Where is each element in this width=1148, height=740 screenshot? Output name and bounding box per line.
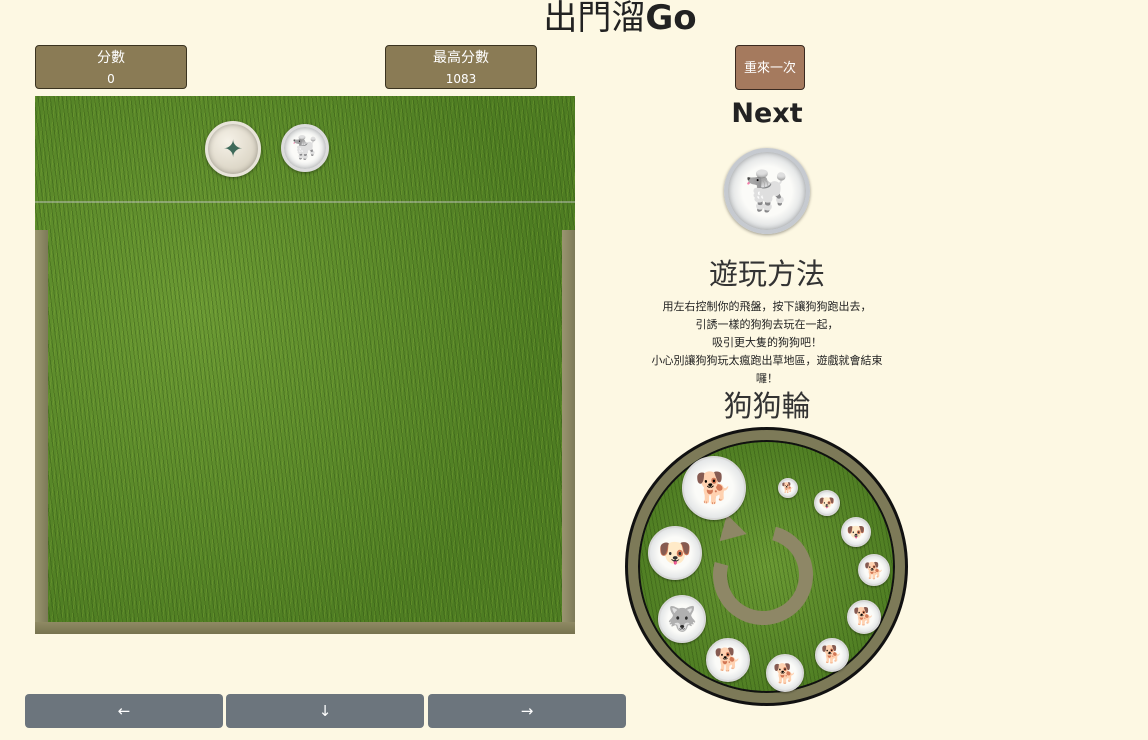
rule-line: 吸引更大隻的狗狗吧！	[712, 336, 822, 349]
move-left-button[interactable]: ←	[25, 694, 223, 728]
best-score-value: 1083	[445, 72, 477, 86]
rule-line: 引誘一樣的狗狗去玩在一起，	[695, 318, 839, 331]
left-wall	[35, 230, 48, 634]
rule-line: 小心別讓狗狗玩太瘋跑出草地區，遊戲就會結束	[651, 354, 883, 367]
howto-title: 遊玩方法	[708, 257, 825, 291]
rule-line: 用左右控制你的飛盤，按下讓狗狗跑出去，	[662, 300, 872, 313]
game-field[interactable]: ✦ 🐩	[35, 96, 575, 634]
poodle-icon: 🐩	[281, 124, 329, 172]
dog-wheel: 🐕 🐶 🐶 🐕 🐕 🐕 🐕 🐕 🐺 🐶 🐕	[628, 430, 905, 703]
wheel-dog-2-icon: 🐶	[814, 490, 840, 516]
score-panel: 分數 0	[35, 45, 187, 89]
move-right-button[interactable]: →	[428, 694, 626, 728]
drop-button[interactable]: ↓	[226, 694, 424, 728]
next-label: Next	[731, 98, 803, 129]
wheel-dog-3-icon: 🐶	[841, 517, 871, 547]
wheel-dog-11-icon: 🐕	[682, 456, 746, 520]
howto-rules: 用左右控制你的飛盤，按下讓狗狗跑出去， 引誘一樣的狗狗去玩在一起， 吸引更大隻的…	[650, 298, 884, 388]
wheel-dog-4-icon: 🐕	[858, 554, 890, 586]
right-wall	[562, 230, 575, 634]
wheel-dog-1-icon: 🐕	[778, 478, 798, 498]
wheel-dog-6-icon: 🐕	[815, 638, 849, 672]
drop-line	[35, 201, 575, 203]
wheel-dog-7-icon: 🐕	[766, 654, 804, 692]
wheel-dog-5-icon: 🐕	[847, 600, 881, 634]
best-score-label: 最高分數	[433, 50, 489, 66]
dog-wheel-title: 狗狗輪	[723, 389, 811, 423]
best-score-panel: 最高分數 1083	[385, 45, 537, 89]
rule-line: 囉！	[756, 372, 778, 385]
next-dog-poodle-icon: 🐩	[724, 148, 810, 234]
page-title: 出門溜Go	[543, 0, 697, 38]
wheel-dog-10-icon: 🐶	[648, 526, 702, 580]
score-label: 分數	[97, 50, 125, 66]
frisbee-plate-icon: ✦	[205, 121, 261, 177]
wheel-dog-9-icon: 🐺	[658, 595, 706, 643]
score-value: 0	[107, 72, 115, 86]
bottom-wall	[35, 622, 575, 634]
restart-button[interactable]: 重來一次	[735, 45, 805, 90]
wheel-dog-8-icon: 🐕	[706, 638, 750, 682]
